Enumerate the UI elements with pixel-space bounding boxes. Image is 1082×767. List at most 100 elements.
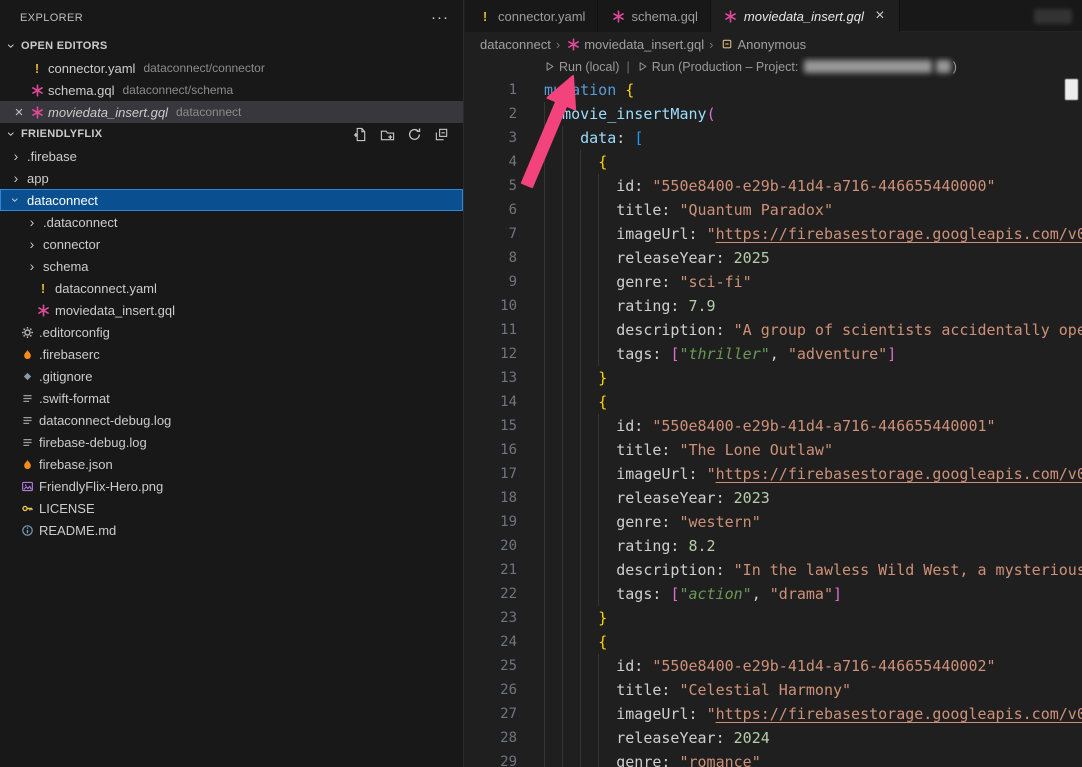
code-line-2[interactable]: 2 movie_insertMany(	[465, 102, 1082, 126]
run-production-link[interactable]: Run (Production – Project: )	[637, 60, 957, 74]
key-icon	[18, 502, 36, 515]
code-line-19[interactable]: 19 genre: "western"	[465, 510, 1082, 534]
breadcrumb-item-dataconnect[interactable]: dataconnect	[480, 37, 551, 52]
code-line-9[interactable]: 9 genre: "sci-fi"	[465, 270, 1082, 294]
new-file-icon[interactable]	[350, 124, 370, 144]
tab-moviedata_insert.gql[interactable]: moviedata_insert.gql ×	[711, 0, 900, 32]
code-line-18[interactable]: 18 releaseYear: 2023	[465, 486, 1082, 510]
collapse-all-icon[interactable]	[431, 124, 451, 144]
tree-item-label: moviedata_insert.gql	[55, 303, 175, 318]
line-number: 22	[465, 582, 517, 606]
tree-item-firebase-debug.log[interactable]: firebase-debug.log	[0, 431, 463, 453]
close-editor-icon[interactable]: ×	[10, 105, 28, 120]
redacted-block	[1034, 9, 1072, 24]
tree-item-LICENSE[interactable]: LICENSE	[0, 497, 463, 519]
code-line-5[interactable]: 5 id: "550e8400-e29b-41d4-a716-446655440…	[465, 174, 1082, 198]
open-editor-moviedata_insert.gql[interactable]: ×moviedata_insert.gqldataconnect	[0, 101, 463, 123]
code-line-12[interactable]: 12 tags: ["thriller", "adventure"]	[465, 342, 1082, 366]
tab-close-icon[interactable]: ×	[873, 8, 887, 24]
tree-item-connector[interactable]: ›connector	[0, 233, 463, 255]
code-line-15[interactable]: 15 id: "550e8400-e29b-41d4-a716-44665544…	[465, 414, 1082, 438]
tab-schema.gql[interactable]: schema.gql	[598, 0, 710, 32]
open-editor-name: moviedata_insert.gql	[48, 105, 168, 120]
chevron-right-icon: ›	[8, 148, 24, 164]
tree-item-.gitignore[interactable]: .gitignore	[0, 365, 463, 387]
tree-item-.editorconfig[interactable]: .editorconfig	[0, 321, 463, 343]
open-editor-path: dataconnect/schema	[122, 83, 233, 97]
more-actions-icon[interactable]: ···	[431, 10, 449, 25]
tree-item-schema[interactable]: ›schema	[0, 255, 463, 277]
code-line-26[interactable]: 26 title: "Celestial Harmony"	[465, 678, 1082, 702]
run-local-link[interactable]: Run (local)	[544, 60, 619, 74]
code-line-8[interactable]: 8 releaseYear: 2025	[465, 246, 1082, 270]
open-editors-label: OPEN EDITORS	[21, 40, 108, 52]
redacted-project-name	[804, 60, 932, 73]
open-editor-schema.gql[interactable]: schema.gqldataconnect/schema	[0, 79, 463, 101]
vscode-window: EXPLORER ··· › OPEN EDITORS !connector.y…	[0, 0, 1082, 767]
warning-icon: !	[34, 281, 52, 296]
code-line-10[interactable]: 10 rating: 7.9	[465, 294, 1082, 318]
line-number: 26	[465, 678, 517, 702]
refresh-icon[interactable]	[404, 124, 424, 144]
run-production-label-end: )	[953, 60, 957, 74]
line-number: 12	[465, 342, 517, 366]
code-line-7[interactable]: 7 imageUrl: "https://firebasestorage.goo…	[465, 222, 1082, 246]
tab-label: moviedata_insert.gql	[744, 9, 864, 24]
tree-item-moviedata_insert.gql[interactable]: moviedata_insert.gql	[0, 299, 463, 321]
tree-item-README.md[interactable]: README.md	[0, 519, 463, 541]
code-line-27[interactable]: 27 imageUrl: "https://firebasestorage.go…	[465, 702, 1082, 726]
code-line-14[interactable]: 14 {	[465, 390, 1082, 414]
code-line-16[interactable]: 16 title: "The Lone Outlaw"	[465, 438, 1082, 462]
code-line-21[interactable]: 21 description: "In the lawless Wild Wes…	[465, 558, 1082, 582]
codelens-row: Run (local)|Run (Production – Project: )	[465, 56, 1082, 78]
tree-item-.firebase[interactable]: ›.firebase	[0, 145, 463, 167]
breadcrumb-item-Anonymous[interactable]: Anonymous	[719, 37, 807, 52]
tree-item-.firebaserc[interactable]: .firebaserc	[0, 343, 463, 365]
code-line-1[interactable]: 1mutation {	[465, 78, 1082, 102]
tab-connector.yaml[interactable]: !connector.yaml	[465, 0, 598, 32]
tree-item-dataconnect-debug.log[interactable]: dataconnect-debug.log	[0, 409, 463, 431]
code-line-4[interactable]: 4 {	[465, 150, 1082, 174]
line-number: 9	[465, 270, 517, 294]
sidebar-title-row: EXPLORER ···	[0, 0, 463, 35]
code-line-25[interactable]: 25 id: "550e8400-e29b-41d4-a716-44665544…	[465, 654, 1082, 678]
chevron-down-icon: ›	[4, 126, 20, 142]
code-line-11[interactable]: 11 description: "A group of scientists a…	[465, 318, 1082, 342]
line-number: 27	[465, 702, 517, 726]
tabs: !connector.yaml schema.gql moviedata_inser…	[465, 0, 900, 31]
code-line-29[interactable]: 29 genre: "romance"	[465, 750, 1082, 767]
open-editor-connector.yaml[interactable]: !connector.yamldataconnect/connector	[0, 57, 463, 79]
code-line-28[interactable]: 28 releaseYear: 2024	[465, 726, 1082, 750]
code-line-24[interactable]: 24 {	[465, 630, 1082, 654]
tree-item-dataconnect[interactable]: ›dataconnect	[0, 189, 463, 211]
tree-item-.swift-format[interactable]: .swift-format	[0, 387, 463, 409]
tree-item-dataconnect.yaml[interactable]: !dataconnect.yaml	[0, 277, 463, 299]
tab-bar: !connector.yaml schema.gql moviedata_inser…	[465, 0, 1082, 32]
line-number: 8	[465, 246, 517, 270]
code-line-22[interactable]: 22 tags: ["action", "drama"]	[465, 582, 1082, 606]
line-number: 1	[465, 78, 517, 102]
tree-item-app[interactable]: ›app	[0, 167, 463, 189]
tree-item-label: firebase-debug.log	[39, 435, 147, 450]
tree-item-firebase.json[interactable]: firebase.json	[0, 453, 463, 475]
code-line-17[interactable]: 17 imageUrl: "https://firebasestorage.go…	[465, 462, 1082, 486]
workspace-header[interactable]: › FRIENDLYFLIX	[0, 123, 463, 145]
code-line-20[interactable]: 20 rating: 8.2	[465, 534, 1082, 558]
code-line-6[interactable]: 6 title: "Quantum Paradox"	[465, 198, 1082, 222]
breadcrumb: dataconnect›moviedata_insert.gql›Anonymo…	[465, 32, 1082, 56]
file-tree: ›.firebase›app›dataconnect›.dataconnect›…	[0, 145, 463, 541]
open-editors-header[interactable]: › OPEN EDITORS	[0, 35, 463, 57]
breadcrumb-item-moviedata_insert.gql[interactable]: moviedata_insert.gql	[565, 37, 704, 52]
minimap[interactable]	[1065, 79, 1080, 767]
tree-item-FriendlyFlix-Hero.png[interactable]: FriendlyFlix-Hero.png	[0, 475, 463, 497]
graphql-icon	[565, 38, 581, 51]
tree-item-label: LICENSE	[39, 501, 95, 516]
new-folder-icon[interactable]	[377, 124, 397, 144]
tab-label: schema.gql	[631, 9, 697, 24]
code-line-3[interactable]: 3 data: [	[465, 126, 1082, 150]
line-number: 21	[465, 558, 517, 582]
code-line-23[interactable]: 23 }	[465, 606, 1082, 630]
line-number: 7	[465, 222, 517, 246]
code-line-13[interactable]: 13 }	[465, 366, 1082, 390]
tree-item-.dataconnect[interactable]: ›.dataconnect	[0, 211, 463, 233]
